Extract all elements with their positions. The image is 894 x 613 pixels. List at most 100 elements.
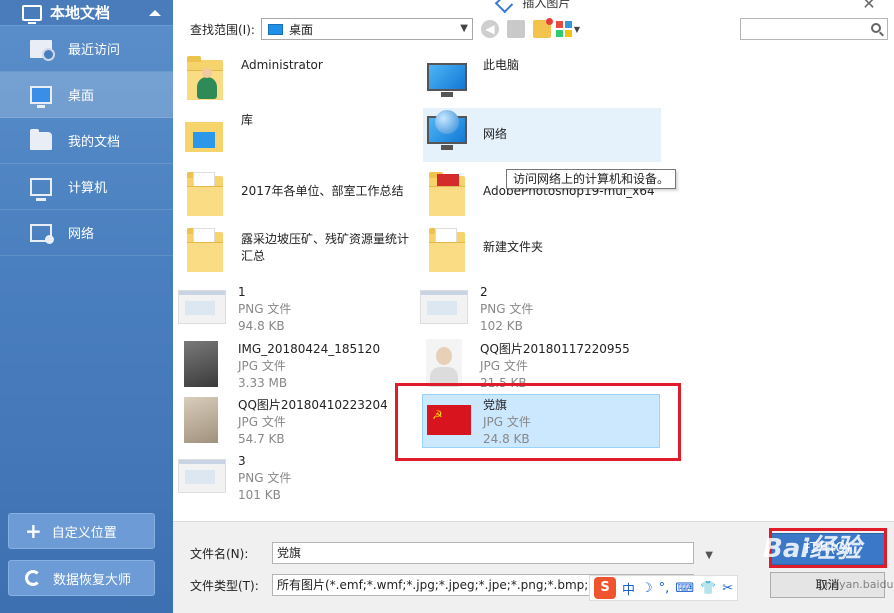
file-name: QQ图片20180410223204: [238, 398, 388, 412]
sidebar-header[interactable]: 本地文档: [0, 0, 173, 26]
file-item-image[interactable]: QQ图片20180410223204 JPG 文件 54.7 KB: [178, 395, 416, 451]
file-item-image[interactable]: QQ图片20180117220955 JPG 文件 21.5 KB: [420, 339, 658, 395]
lookin-label: 查找范围(I):: [190, 22, 255, 37]
search-icon: [871, 23, 881, 33]
documents-icon: [30, 128, 52, 150]
file-name: Administrator: [241, 58, 323, 72]
file-item-image[interactable]: 2 PNG 文件 102 KB: [420, 282, 658, 338]
file-name: 新建文件夹: [483, 240, 544, 254]
file-item-administrator[interactable]: Administrator: [181, 55, 419, 111]
folder-icon: [181, 227, 229, 277]
file-item-network[interactable]: 网络: [423, 108, 661, 162]
sidebar-item-label: 我的文档: [68, 135, 121, 150]
folder-icon: [181, 171, 229, 221]
file-size: 3.33 MB: [238, 376, 288, 390]
sidebar-item-label: 网络: [68, 227, 95, 242]
desktop-icon: [267, 23, 283, 35]
tools-icon[interactable]: ✂: [722, 581, 733, 596]
file-size: 21.5 KB: [480, 376, 527, 390]
file-item-image[interactable]: IMG_20180424_185120 JPG 文件 3.33 MB: [178, 339, 416, 395]
file-name: 库: [241, 113, 254, 127]
filename-input[interactable]: 党旗 ▼: [272, 542, 713, 564]
file-type: PNG 文件: [238, 471, 292, 485]
sidebar-item-documents[interactable]: 我的文档: [0, 118, 173, 164]
sidebar-item-label: 最近访问: [68, 43, 121, 58]
sidebar-item-label: 桌面: [68, 89, 95, 104]
filename-label: 文件名(N):: [190, 546, 249, 561]
file-name: 此电脑: [483, 58, 520, 72]
keyboard-icon[interactable]: ⌨: [675, 581, 694, 596]
up-folder-icon[interactable]: [506, 20, 525, 38]
moon-icon[interactable]: ☽: [641, 581, 653, 596]
new-folder-icon[interactable]: [532, 18, 553, 38]
custom-location-button[interactable]: + 自定义位置: [8, 513, 155, 549]
open-button[interactable]: 打开(O): [770, 533, 885, 565]
desktop-icon: [30, 85, 52, 108]
sidebar-item-network[interactable]: 网络: [0, 210, 173, 256]
file-item-folder[interactable]: 新建文件夹: [423, 227, 661, 283]
file-item-selected[interactable]: ☭ 党旗 JPG 文件 24.8 KB: [422, 394, 660, 448]
network-icon: [30, 223, 54, 244]
file-item-this-pc[interactable]: 此电脑: [423, 55, 661, 111]
tooltip: 访问网络上的计算机和设备。: [506, 169, 677, 189]
file-type: JPG 文件: [480, 359, 528, 373]
back-icon[interactable]: ◀: [480, 20, 499, 38]
chevron-down-icon: ▼: [460, 23, 468, 34]
data-recovery-label: 数据恢复大师: [53, 572, 132, 588]
flag-thumbnail: ☭: [423, 395, 471, 445]
ime-toolbar[interactable]: S 中 ☽ °, ⌨ 👕 ✂: [589, 575, 739, 601]
file-name: 2017年各单位、部室工作总结: [241, 184, 404, 198]
file-item-folder[interactable]: 露采边坡压矿、残矿资源量统计汇总: [181, 227, 419, 283]
app-icon: [494, 0, 513, 13]
png-thumbnail: [178, 282, 226, 332]
file-size: 102 KB: [480, 319, 523, 333]
punctuation-icon[interactable]: °,: [659, 581, 670, 596]
file-name: 2: [480, 285, 488, 299]
file-name: 网络: [483, 127, 508, 141]
file-item-library[interactable]: 库: [181, 110, 419, 166]
file-size: 94.8 KB: [238, 319, 285, 333]
file-name: 1: [238, 285, 246, 299]
view-menu-icon[interactable]: ▼: [555, 20, 580, 38]
skin-icon[interactable]: 👕: [700, 581, 716, 596]
custom-location-label: 自定义位置: [51, 525, 117, 541]
sidebar-item-desktop[interactable]: 桌面: [0, 72, 173, 118]
user-folder-icon: [181, 55, 229, 105]
file-item-folder[interactable]: 2017年各单位、部室工作总结: [181, 171, 419, 227]
data-recovery-button[interactable]: 数据恢复大师: [8, 560, 155, 596]
cancel-button[interactable]: 取消: [770, 572, 885, 598]
file-type: JPG 文件: [483, 415, 531, 429]
ime-chinese-mode[interactable]: 中: [622, 579, 635, 598]
filetype-label: 文件类型(T):: [190, 578, 259, 593]
file-name: QQ图片20180117220955: [480, 342, 630, 356]
photo-thumbnail: [420, 339, 468, 389]
sidebar-item-recent[interactable]: 最近访问: [0, 26, 173, 72]
filename-row: 文件名(N): 党旗 ▼: [190, 542, 713, 564]
file-type: JPG 文件: [238, 415, 286, 429]
collapse-up-icon[interactable]: [149, 9, 161, 16]
png-thumbnail: [178, 451, 226, 501]
file-name: 党旗: [483, 398, 508, 412]
png-thumbnail: [420, 282, 468, 332]
file-type: PNG 文件: [238, 302, 292, 316]
photo-thumbnail: [178, 339, 226, 389]
file-name: IMG_20180424_185120: [238, 342, 381, 356]
ime-logo-icon: S: [594, 577, 616, 599]
library-icon: [181, 110, 229, 160]
file-name: 露采边坡压矿、残矿资源量统计汇总: [241, 232, 410, 263]
sidebar-item-computer[interactable]: 计算机: [0, 164, 173, 210]
lookin-select[interactable]: 桌面 ▼: [260, 18, 473, 40]
search-input[interactable]: [740, 18, 888, 40]
sidebar: 本地文档 最近访问 桌面 我的文档 计算机 网络 + 自定义位置 数据恢复大师: [0, 0, 173, 613]
recent-icon: [30, 39, 55, 61]
network-globe-icon: [423, 108, 471, 158]
close-button[interactable]: ✕: [854, 0, 884, 13]
folder-icon: [423, 171, 471, 221]
bottom-panel: 文件名(N): 党旗 ▼ 文件类型(T): 所有图片(*.emf;*.wmf;*…: [173, 521, 894, 613]
lookin-value: 桌面: [288, 22, 313, 37]
file-list: Administrator 此电脑 库 网络 2017年各单位、部室工作总结 A…: [173, 47, 894, 517]
chevron-down-icon[interactable]: ▼: [705, 546, 713, 566]
file-item-image[interactable]: 3 PNG 文件 101 KB: [178, 451, 416, 507]
file-type: PNG 文件: [480, 302, 534, 316]
file-item-image[interactable]: 1 PNG 文件 94.8 KB: [178, 282, 416, 338]
